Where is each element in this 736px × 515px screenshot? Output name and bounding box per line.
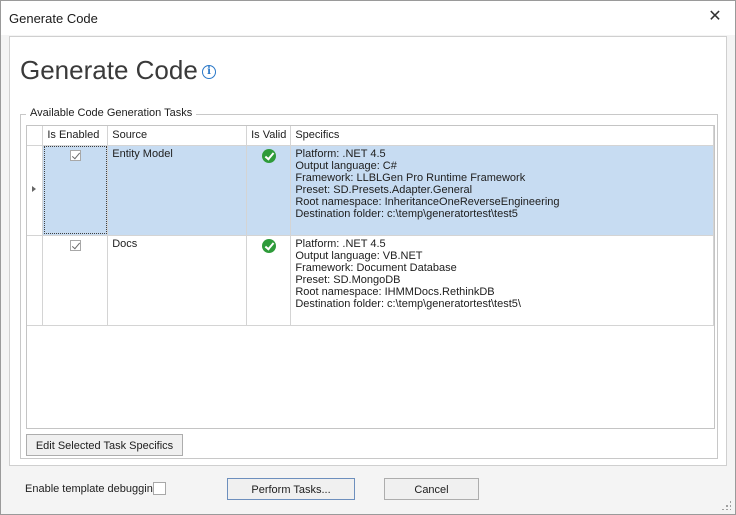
is-valid-cell [246, 235, 292, 326]
tasks-table: Is Enabled Source Is Valid Specifics Ent… [27, 126, 714, 326]
title-bar: Generate Code ✕ [1, 1, 735, 35]
spec-output-language: Output language: C# [295, 159, 397, 172]
row-indicator[interactable] [27, 235, 44, 326]
spec-platform: Platform: .NET 4.5 [295, 147, 386, 160]
column-header-is-valid[interactable]: Is Valid [246, 126, 292, 146]
template-debugging-checkbox[interactable] [153, 482, 166, 495]
column-header-source[interactable]: Source [107, 126, 248, 146]
source-cell[interactable]: Docs [107, 235, 248, 326]
resize-grip-icon[interactable] [721, 500, 731, 510]
spec-framework: Framework: LLBLGen Pro Runtime Framework [295, 171, 526, 184]
spec-root-namespace: Root namespace: IHMMDocs.RethinkDB [295, 285, 495, 298]
tasks-grid: Is Enabled Source Is Valid Specifics Ent… [26, 125, 715, 429]
grid-header-row: Is Enabled Source Is Valid Specifics [27, 126, 714, 146]
is-enabled-cell[interactable] [42, 235, 109, 326]
generate-code-dialog: Generate Code ✕ Generate Code i Availabl… [0, 0, 736, 515]
close-icon[interactable]: ✕ [707, 9, 723, 25]
spec-framework: Framework: Document Database [295, 261, 457, 274]
valid-check-icon [261, 148, 276, 163]
spec-preset: Preset: SD.MongoDB [295, 273, 401, 286]
specifics-cell[interactable]: Platform: .NET 4.5 Output language: C# F… [290, 145, 714, 236]
spec-root-namespace: Root namespace: InheritanceOneReverseEng… [295, 195, 560, 208]
row-indicator-header [27, 126, 44, 146]
valid-check-icon [261, 238, 276, 253]
is-enabled-checkbox[interactable] [69, 149, 81, 161]
window-title: Generate Code [9, 11, 98, 26]
dialog-content: Generate Code i Available Code Generatio… [9, 36, 727, 466]
template-debugging-label: Enable template debugging [25, 483, 159, 495]
spec-destination-folder: Destination folder: c:\temp\generatortes… [295, 297, 521, 310]
spec-preset: Preset: SD.Presets.Adapter.General [295, 183, 473, 196]
column-header-is-enabled[interactable]: Is Enabled [42, 126, 109, 146]
tasks-groupbox-label: Available Code Generation Tasks [26, 107, 197, 119]
perform-tasks-button[interactable]: Perform Tasks... [227, 478, 355, 500]
page-title: Generate Code [20, 55, 198, 85]
current-row-arrow-icon [32, 185, 36, 192]
spec-output-language: Output language: VB.NET [295, 249, 423, 262]
spec-platform: Platform: .NET 4.5 [295, 237, 386, 250]
row-indicator[interactable] [27, 145, 44, 236]
table-row[interactable]: Docs Platform: .NET 4.5 Output language:… [27, 235, 714, 326]
is-valid-cell [246, 145, 292, 236]
info-icon[interactable]: i [202, 65, 216, 79]
specifics-cell[interactable]: Platform: .NET 4.5 Output language: VB.N… [290, 235, 714, 326]
cancel-button[interactable]: Cancel [384, 478, 479, 500]
is-enabled-checkbox[interactable] [69, 239, 81, 251]
spec-destination-folder: Destination folder: c:\temp\generatortes… [295, 207, 518, 220]
edit-task-specifics-button[interactable]: Edit Selected Task Specifics [26, 434, 183, 456]
table-row[interactable]: Entity Model Platform: .NET 4.5 Output l… [27, 145, 714, 236]
source-cell[interactable]: Entity Model [107, 145, 248, 236]
is-enabled-cell[interactable] [42, 145, 109, 236]
column-header-specifics[interactable]: Specifics [290, 126, 714, 146]
